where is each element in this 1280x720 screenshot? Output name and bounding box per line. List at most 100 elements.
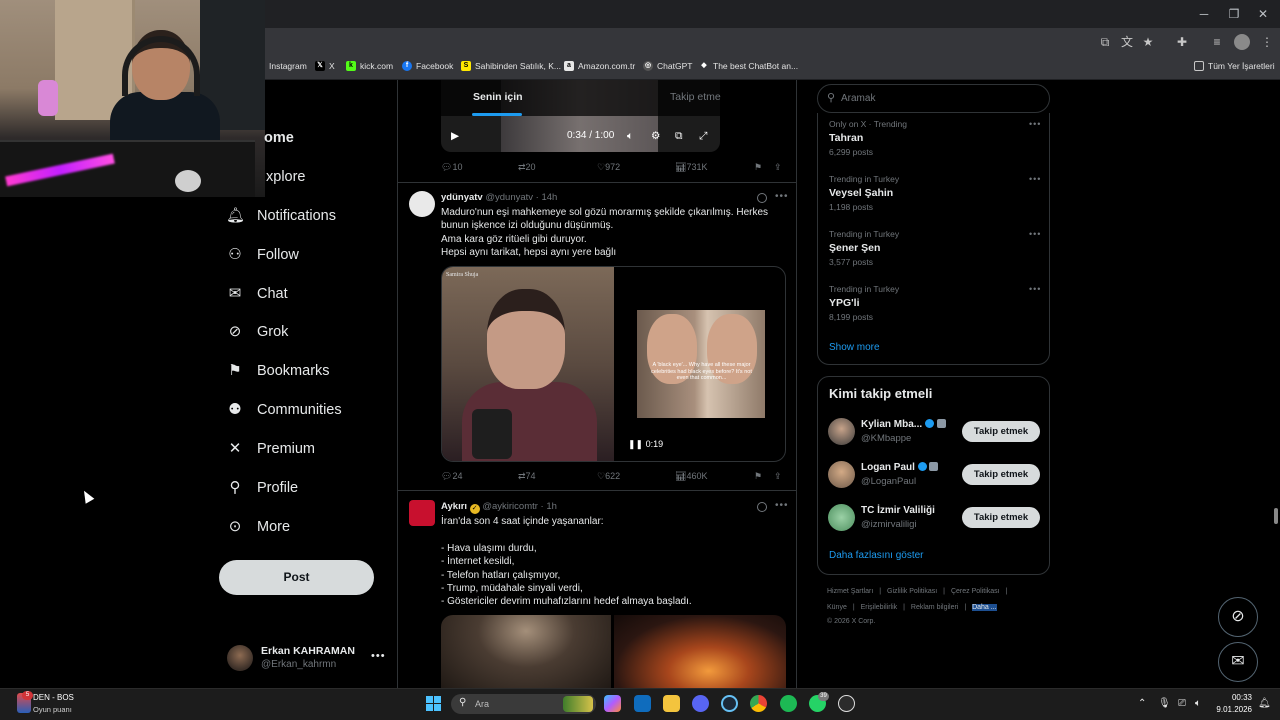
taskbar-search[interactable]: ⚲ Ara: [451, 694, 596, 714]
trend-item[interactable]: Only on X · Trending Tahran 6,299 posts …: [829, 119, 1041, 157]
nav-follow[interactable]: ⚇ Follow: [226, 246, 299, 264]
reply-icon[interactable]: 💬︎ 10: [441, 162, 462, 173]
tweet-media[interactable]: [441, 615, 786, 688]
footer-link[interactable]: Hizmet Şartları: [827, 588, 873, 595]
trend-item[interactable]: Trending in Turkey Veysel Şahin 1,198 po…: [829, 174, 1040, 212]
avatar[interactable]: [409, 500, 435, 526]
share-icon[interactable]: ⇪: [774, 162, 782, 173]
bookmark-amazon[interactable]: a Amazon.com.tr: [564, 61, 635, 71]
views-icon[interactable]: 📊︎ 731K: [675, 162, 707, 173]
footer-link[interactable]: Erişilebilirlik: [861, 604, 898, 611]
nav-notifications[interactable]: 🔔︎ Notifications: [226, 207, 336, 225]
discord-icon[interactable]: [692, 695, 709, 712]
repost-icon[interactable]: ⇄ 20: [518, 162, 536, 173]
show-more-link[interactable]: Show more: [829, 342, 880, 353]
follow-button[interactable]: Takip etmek: [962, 464, 1040, 485]
grok-float-button[interactable]: ⊘: [1218, 597, 1258, 637]
nav-bookmarks[interactable]: ⚑ Bookmarks: [226, 362, 329, 380]
tweet-media[interactable]: Samira Shuja A 'black eye'... Why have a…: [441, 266, 786, 462]
nav-grok[interactable]: ⊘ Grok: [226, 323, 289, 341]
nav-more[interactable]: ⊙ More: [226, 518, 290, 536]
clock-time[interactable]: 00:33: [1216, 693, 1252, 702]
follow-button[interactable]: Takip etmek: [962, 507, 1040, 528]
grok-icon[interactable]: [757, 193, 767, 203]
tab-for-you[interactable]: Senin için: [473, 91, 523, 103]
repost-icon[interactable]: ⇄ 74: [518, 471, 536, 482]
file-explorer-icon[interactable]: [663, 695, 680, 712]
extensions-icon[interactable]: ✚: [1174, 34, 1190, 50]
bookmark-chatgpt[interactable]: ◎ ChatGPT: [643, 61, 692, 71]
follow-suggestion[interactable]: TC İzmir Valiliği @izmirvaliligi Takip e…: [828, 504, 1040, 534]
grok-app-icon[interactable]: [838, 695, 855, 712]
chevron-up-icon[interactable]: ⌃: [1138, 698, 1146, 709]
trend-item[interactable]: Trending in Turkey Şener Şen 3,577 posts…: [829, 229, 1041, 267]
more-dots-icon[interactable]: •••: [1029, 119, 1041, 129]
close-icon[interactable]: ✕: [1246, 4, 1280, 24]
follow-suggestion[interactable]: Logan Paul @LoganPaul Takip etmek: [828, 461, 1040, 491]
post-button[interactable]: Post: [219, 560, 374, 595]
search-input[interactable]: ⚲ Aramak: [817, 84, 1050, 113]
follow-suggestion[interactable]: Kylian Mba... @KMbappe Takip etmek: [828, 418, 1040, 448]
bookmark-instagram[interactable]: Instagram: [269, 61, 307, 71]
chrome-icon[interactable]: [750, 695, 767, 712]
volume-icon[interactable]: 🔈︎: [1195, 698, 1201, 709]
footer-link[interactable]: Künye: [827, 604, 847, 611]
volume-icon[interactable]: 🔈︎: [627, 130, 633, 143]
like-icon[interactable]: ♡ 972: [597, 162, 620, 173]
tweet-handle[interactable]: @ydunyatv: [485, 192, 533, 203]
profile-avatar-icon[interactable]: [1234, 34, 1250, 50]
network-icon[interactable]: ⎚: [1178, 698, 1186, 709]
windows-start-icon[interactable]: [426, 696, 441, 711]
kebab-menu-icon[interactable]: ⋮: [1259, 34, 1275, 50]
views-icon[interactable]: 📊︎ 460K: [675, 471, 707, 482]
copilot-icon[interactable]: [604, 695, 621, 712]
translate-icon[interactable]: 文: [1119, 34, 1135, 50]
microphone-icon[interactable]: 🎙︎: [1158, 698, 1171, 709]
bookmark-icon[interactable]: ⚑: [754, 471, 762, 482]
nav-chat[interactable]: ✉ Chat: [226, 285, 288, 303]
more-dots-icon[interactable]: •••: [371, 650, 386, 662]
scrollbar[interactable]: [1272, 80, 1280, 688]
nav-home[interactable]: ome: [264, 130, 294, 146]
media-icon[interactable]: ≡: [1209, 34, 1225, 50]
footer-more-link[interactable]: Daha ...: [972, 604, 997, 611]
captions-icon[interactable]: ⧉: [675, 130, 683, 143]
more-dots-icon[interactable]: •••: [1029, 229, 1041, 239]
footer-link[interactable]: Çerez Politikası: [951, 588, 1000, 595]
tweet-time[interactable]: · 14h: [536, 192, 558, 203]
more-dots-icon[interactable]: •••: [775, 500, 789, 511]
play-icon[interactable]: ▶: [451, 130, 459, 142]
tweet-time[interactable]: · 1h: [541, 501, 557, 512]
clock-date[interactable]: 9.01.2026: [1206, 705, 1252, 714]
footer-link[interactable]: Reklam bilgileri: [911, 604, 958, 611]
scroll-thumb[interactable]: [1274, 508, 1278, 524]
tab-following[interactable]: Takip etme: [670, 91, 721, 103]
bookmark-kick[interactable]: k kick.com: [346, 61, 393, 71]
avatar[interactable]: [409, 191, 435, 217]
nav-communities[interactable]: ⚉ Communities: [226, 401, 341, 419]
nav-premium[interactable]: ✕ Premium: [226, 440, 315, 458]
outlook-icon[interactable]: [634, 695, 651, 712]
show-more-link[interactable]: Daha fazlasını göster: [829, 550, 924, 561]
steam-icon[interactable]: [721, 695, 738, 712]
bookmark-sahibinden[interactable]: S Sahibinden Satılık, K...: [461, 61, 561, 71]
bookmark-icon[interactable]: ⚑: [754, 162, 762, 173]
grok-icon[interactable]: [757, 502, 767, 512]
messages-float-button[interactable]: ✉: [1218, 642, 1258, 682]
nav-explore[interactable]: xplore: [266, 169, 306, 185]
bookmark-chatbot[interactable]: ◆ The best ChatBot an...: [699, 61, 798, 71]
settings-gear-icon[interactable]: ⚙: [651, 130, 660, 142]
spotify-icon[interactable]: [780, 695, 797, 712]
score-text[interactable]: DEN - BOS: [33, 693, 74, 702]
all-bookmarks[interactable]: Tüm Yer İşaretleri: [1194, 61, 1275, 71]
tweet-author[interactable]: ydünyatv: [441, 192, 483, 203]
bookmark-facebook[interactable]: f Facebook: [402, 61, 453, 71]
follow-button[interactable]: Takip etmek: [962, 421, 1040, 442]
share-icon[interactable]: ⇪: [774, 471, 782, 482]
more-dots-icon[interactable]: •••: [775, 191, 789, 202]
nav-profile[interactable]: ⚲ Profile: [226, 479, 299, 497]
like-icon[interactable]: ♡ 622: [597, 471, 620, 482]
notification-bell-icon[interactable]: 🔔︎: [1258, 698, 1271, 709]
more-dots-icon[interactable]: •••: [1029, 284, 1041, 294]
bookmark-x[interactable]: 𝕏X: [315, 61, 335, 71]
